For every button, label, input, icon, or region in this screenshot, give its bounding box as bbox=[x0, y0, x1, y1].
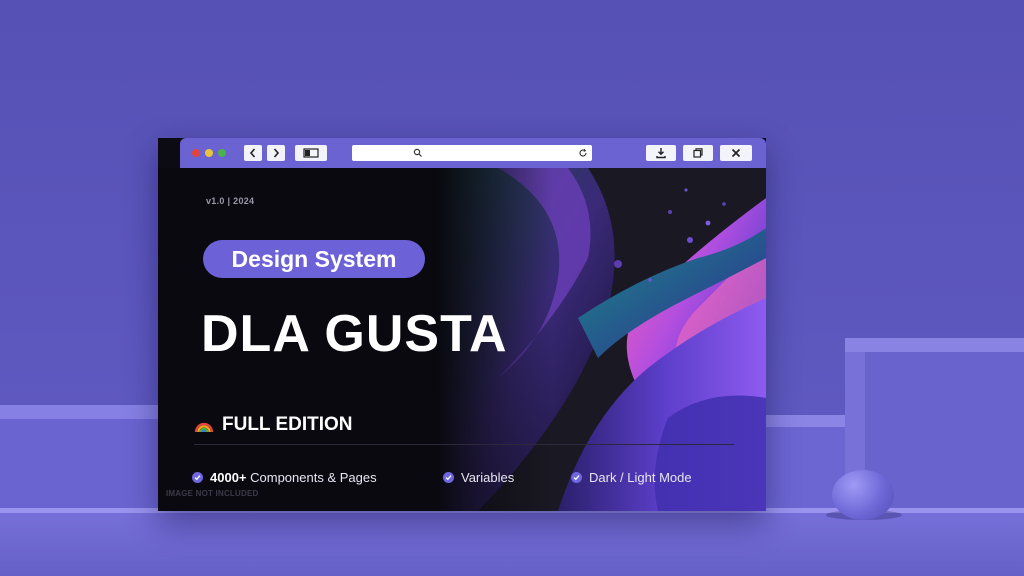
close-icon bbox=[731, 148, 741, 158]
browser-titlebar bbox=[180, 138, 766, 168]
edition-label: FULL EDITION bbox=[194, 414, 353, 436]
traffic-lights bbox=[192, 149, 226, 157]
address-bar[interactable] bbox=[352, 145, 592, 161]
sidebar-icon bbox=[303, 148, 319, 158]
page-content: v1.0 | 2024 Design System DLA GUSTA FULL… bbox=[158, 168, 766, 511]
chevron-left-icon bbox=[249, 148, 256, 158]
maximize-dot[interactable] bbox=[218, 149, 226, 157]
decorative-sphere bbox=[832, 470, 894, 520]
minimize-dot[interactable] bbox=[205, 149, 213, 157]
version-label: v1.0 | 2024 bbox=[206, 196, 255, 206]
feature-text: Dark / Light Mode bbox=[589, 470, 692, 485]
download-icon bbox=[656, 148, 666, 159]
rainbow-icon bbox=[194, 422, 214, 433]
divider bbox=[194, 444, 734, 445]
back-button[interactable] bbox=[244, 145, 262, 161]
feature-text: Components & Pages bbox=[246, 470, 377, 485]
tabs-button[interactable] bbox=[683, 145, 713, 161]
close-dot[interactable] bbox=[192, 149, 200, 157]
edition-text: FULL EDITION bbox=[222, 414, 353, 435]
check-icon bbox=[443, 472, 454, 483]
feature-item-modes: Dark / Light Mode bbox=[571, 470, 692, 485]
feature-item-variables: Variables bbox=[443, 470, 514, 485]
scene-background: v1.0 | 2024 Design System DLA GUSTA FULL… bbox=[0, 0, 1024, 576]
close-button[interactable] bbox=[720, 145, 752, 161]
check-icon bbox=[192, 472, 203, 483]
feature-label: 4000+ Components & Pages bbox=[210, 470, 377, 485]
sidebar-button[interactable] bbox=[295, 145, 327, 161]
tabs-icon bbox=[693, 148, 703, 158]
feature-text: Variables bbox=[461, 470, 515, 485]
product-title: DLA GUSTA bbox=[201, 305, 508, 363]
reload-icon[interactable] bbox=[578, 148, 588, 158]
chevron-right-icon bbox=[273, 148, 280, 158]
image-note: IMAGE NOT INCLUDED bbox=[166, 489, 259, 498]
design-system-badge: Design System bbox=[203, 240, 425, 278]
search-icon bbox=[413, 148, 422, 157]
right-block-top bbox=[845, 338, 1024, 352]
forward-button[interactable] bbox=[267, 145, 285, 161]
feature-count: 4000+ bbox=[210, 470, 247, 485]
feature-item-components: 4000+ Components & Pages bbox=[192, 470, 377, 485]
download-button[interactable] bbox=[646, 145, 676, 161]
browser-window: v1.0 | 2024 Design System DLA GUSTA FULL… bbox=[158, 138, 766, 511]
check-icon bbox=[571, 472, 582, 483]
